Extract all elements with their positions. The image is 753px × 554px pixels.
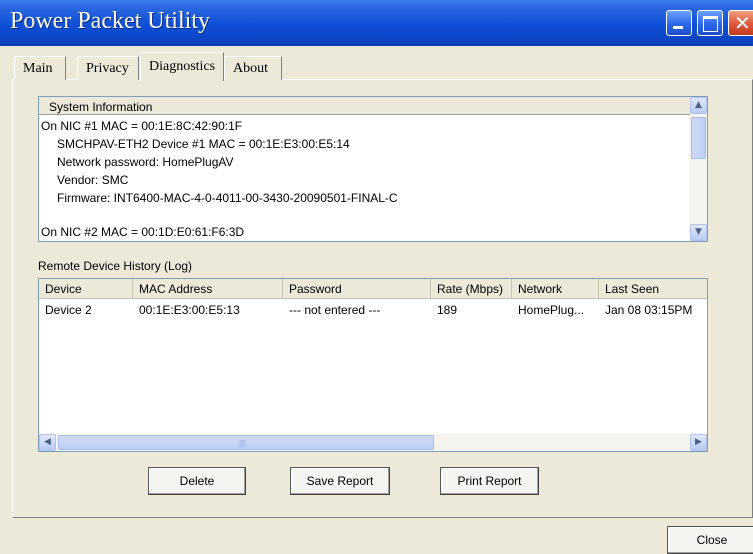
close-icon: ✕ — [734, 11, 751, 35]
title-bar[interactable]: Power Packet Utility ✕ — [0, 0, 753, 46]
cell-last-seen: Jan 08 03:15PM — [605, 303, 693, 317]
system-information-list[interactable]: System Information On NIC #1 MAC = 00:1E… — [38, 96, 708, 242]
remote-device-history-list[interactable]: Device MAC Address Password Rate (Mbps) … — [38, 278, 708, 452]
scroll-right-icon[interactable]: ▶ — [690, 434, 707, 451]
delete-button[interactable]: Delete — [148, 467, 246, 495]
grip-icon: ||| — [239, 439, 246, 448]
close-button[interactable]: Close — [667, 526, 753, 554]
print-report-button[interactable]: Print Report — [440, 467, 539, 495]
sysinfo-line: On NIC #1 MAC = 00:1E:8C:42:90:1F — [41, 119, 243, 133]
save-report-button[interactable]: Save Report — [290, 467, 390, 495]
system-info-vertical-scrollbar[interactable]: ▲ ▼ — [690, 97, 707, 241]
scroll-up-icon[interactable]: ▲ — [690, 97, 707, 114]
list-horizontal-scrollbar[interactable]: ◀ ||| ▶ — [39, 434, 707, 451]
sysinfo-line: SMCHPAV-ETH2 Device #1 MAC = 00:1E:E3:00… — [57, 137, 350, 151]
scroll-left-icon[interactable]: ◀ — [39, 434, 56, 451]
tab-main[interactable]: Main — [14, 56, 66, 80]
cell-device: Device 2 — [45, 303, 92, 317]
sysinfo-line: Vendor: SMC — [57, 173, 129, 187]
minimize-button[interactable] — [666, 10, 692, 36]
tab-privacy[interactable]: Privacy — [77, 56, 139, 80]
maximize-button[interactable] — [697, 10, 723, 36]
list-header: Device MAC Address Password Rate (Mbps) … — [39, 279, 707, 299]
close-window-button[interactable]: ✕ — [728, 10, 753, 36]
vertical-scroll-thumb[interactable] — [691, 117, 706, 159]
column-header-network[interactable]: Network — [512, 279, 599, 299]
cell-network: HomePlug... — [518, 303, 585, 317]
window-title: Power Packet Utility — [10, 8, 210, 34]
tab-diagnostics[interactable]: Diagnostics — [140, 52, 224, 81]
cell-mac-address: 00:1E:E3:00:E5:13 — [139, 303, 240, 317]
column-header-device[interactable]: Device — [39, 279, 133, 299]
column-header-rate[interactable]: Rate (Mbps) — [431, 279, 512, 299]
cell-password: --- not entered --- — [289, 303, 381, 317]
sysinfo-line: Firmware: INT6400-MAC-4-0-4011-00-3430-2… — [57, 191, 398, 205]
system-information-header: System Information — [39, 97, 691, 115]
column-header-mac-address[interactable]: MAC Address — [133, 279, 283, 299]
app-window: Power Packet Utility ✕ Main Privacy Diag… — [0, 0, 753, 554]
tab-about[interactable]: About — [224, 56, 282, 80]
horizontal-scroll-thumb[interactable]: ||| — [58, 435, 434, 450]
remote-device-history-label: Remote Device History (Log) — [38, 259, 193, 273]
column-header-last-seen[interactable]: Last Seen — [599, 279, 707, 299]
cell-rate: 189 — [437, 303, 458, 317]
column-header-password[interactable]: Password — [283, 279, 431, 299]
sysinfo-line: Network password: HomePlugAV — [57, 155, 234, 169]
sysinfo-line: On NIC #2 MAC = 00:1D:E0:61:F6:3D — [41, 225, 245, 239]
scroll-down-icon[interactable]: ▼ — [690, 224, 707, 241]
